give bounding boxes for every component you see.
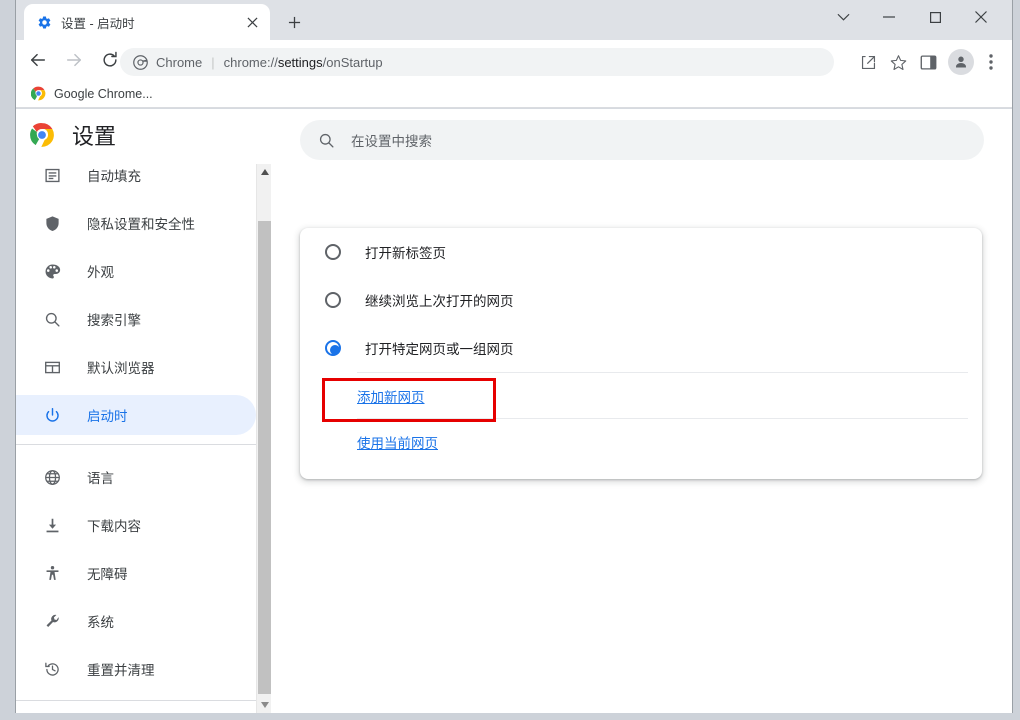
sidebar-item-downloads[interactable]: 下载内容 [16,505,256,545]
sidebar-item-languages[interactable]: 语言 [16,457,256,497]
add-new-page-link[interactable]: 添加新网页 [357,386,425,406]
sidebar-divider [16,700,256,701]
power-icon [42,405,62,425]
palette-icon [42,261,62,281]
sidebar-item-reset[interactable]: 重置并清理 [16,649,256,689]
use-current-pages-link[interactable]: 使用当前网页 [357,432,438,452]
chrome-logo [29,122,55,148]
sidebar-item-label: 系统 [87,615,114,630]
radio-button[interactable] [325,244,341,260]
settings-sidebar: 设置 自动填充 隐私设置和安全性 外观 搜索引擎 默认浏览器 启动时 语言 下载… [16,109,256,713]
sidebar-item-label: 语言 [87,471,114,486]
sidebar-item-label: 搜索引擎 [87,313,141,328]
minimize-icon[interactable] [866,0,912,34]
search-input[interactable]: 在设置中搜索 [300,120,984,160]
omnibox-separator: | [211,54,215,70]
sidebar-item-label: 外观 [87,265,114,280]
radio-label: 打开特定网页或一组网页 [365,342,514,357]
settings-main: 在设置中搜索 启动时 打开新标签页 继续浏览上次打开的网页 打开特定网页或一组网… [272,109,1012,713]
window-edge-bottom [0,713,1020,720]
bookmark-star-icon[interactable] [884,48,912,76]
gear-icon [36,14,52,30]
sidebar-item-default-browser[interactable]: 默认浏览器 [16,347,256,387]
search-icon [318,131,336,149]
sidebar-item-label: 自动填充 [87,169,141,184]
search-icon [42,309,62,329]
radio-button[interactable] [325,292,341,308]
chrome-menu-icon[interactable] [978,48,1004,76]
settings-header: 设置 [16,109,256,161]
close-icon[interactable] [958,0,1004,34]
sidebar-item-search-engine[interactable]: 搜索引擎 [16,299,256,339]
sidebar-scrollbar[interactable] [256,164,271,713]
sidebar-item-label: 启动时 [87,409,128,424]
sidebar-item-on-startup[interactable]: 启动时 [16,395,256,435]
browser-window-icon [42,357,62,377]
url-host: settings [277,54,323,70]
back-button[interactable] [24,46,52,74]
url-path: /onStartup [322,54,383,70]
url-prefix: chrome:// [223,54,278,70]
page-title: 设置 [72,124,117,149]
profile-avatar[interactable] [948,49,974,75]
forward-button[interactable] [60,46,88,74]
sidebar-item-accessibility[interactable]: 无障碍 [16,553,256,593]
settings-page: 设置 自动填充 隐私设置和安全性 外观 搜索引擎 默认浏览器 启动时 语言 下载… [16,109,1012,713]
browser-window: 设置 - 启动时 Chrome | chrome://settings/onSt… [0,0,1020,720]
sidebar-item-privacy[interactable]: 隐私设置和安全性 [16,203,256,243]
chrome-security-icon [132,54,148,70]
sidebar-item-label: 隐私设置和安全性 [87,217,195,232]
radio-button[interactable] [325,340,341,356]
bookmarks-bar: Google Chrome... [16,80,1012,108]
close-icon[interactable] [240,10,264,34]
new-tab-button[interactable] [280,8,308,36]
sidebar-item-label: 下载内容 [87,519,141,534]
toolbar-actions [852,48,1004,76]
window-caption-buttons [820,0,1004,34]
use-current-pages-row[interactable]: 使用当前网页 [300,419,982,464]
tab-strip: 设置 - 启动时 [16,0,1012,40]
side-panel-icon[interactable] [914,48,942,76]
chevron-down-icon[interactable] [820,0,866,34]
sidebar-item-appearance[interactable]: 外观 [16,251,256,291]
scrollbar-thumb[interactable] [258,221,271,694]
radio-open-specific-pages[interactable]: 打开特定网页或一组网页 [300,324,982,372]
bookmark-label: Google Chrome... [54,86,153,101]
share-icon[interactable] [854,48,882,76]
globe-icon [42,467,62,487]
accessibility-icon [42,563,62,583]
shield-icon [42,213,62,233]
startup-options-card: 打开新标签页 继续浏览上次打开的网页 打开特定网页或一组网页 添加新网页 使用当… [300,228,982,479]
autofill-icon [42,165,62,185]
bookmark-item[interactable]: Google Chrome... [30,86,153,102]
sidebar-divider [16,444,256,445]
sidebar-item-autofill[interactable]: 自动填充 [16,155,256,195]
add-new-page-row[interactable]: 添加新网页 [300,373,982,418]
sidebar-item-system[interactable]: 系统 [16,601,256,641]
scroll-up-arrow-icon[interactable] [257,164,272,180]
address-bar[interactable]: Chrome | chrome://settings/onStartup [120,48,834,76]
sidebar-item-label: 重置并清理 [87,663,155,678]
omnibox-scheme-label: Chrome [156,54,203,70]
omnibox-url: chrome://settings/onStartup [224,55,383,70]
wrench-icon [42,611,62,631]
restore-icon [42,659,62,679]
window-edge-right [1012,0,1020,720]
maximize-icon[interactable] [912,0,958,34]
search-placeholder: 在设置中搜索 [351,134,432,149]
download-icon [42,515,62,535]
tab-title: 设置 - 启动时 [61,16,135,31]
window-border-right [1012,0,1013,720]
radio-label: 打开新标签页 [365,246,446,261]
scroll-down-arrow-icon[interactable] [257,697,272,713]
radio-open-new-tab[interactable]: 打开新标签页 [300,228,982,276]
chrome-icon [30,86,46,102]
radio-continue-where-left-off[interactable]: 继续浏览上次打开的网页 [300,276,982,324]
radio-label: 继续浏览上次打开的网页 [365,294,514,309]
tab-settings[interactable]: 设置 - 启动时 [24,4,270,40]
window-edge-left [0,0,16,720]
sidebar-item-label: 默认浏览器 [87,361,155,376]
sidebar-item-label: 无障碍 [87,567,128,582]
